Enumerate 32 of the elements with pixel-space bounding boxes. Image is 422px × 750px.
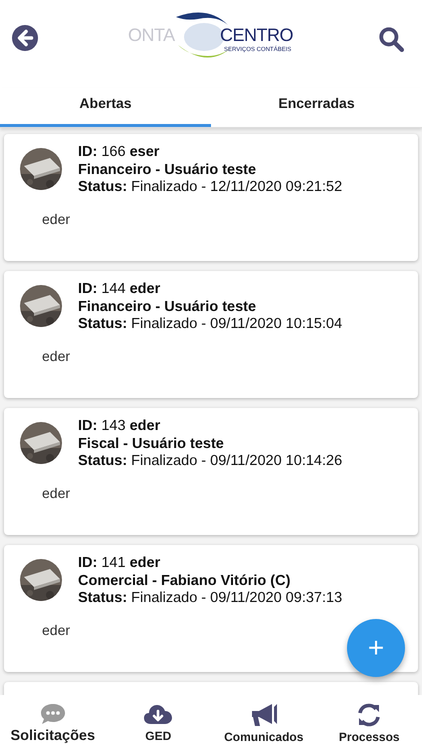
ticket-card[interactable]: ID: 143 eder Fiscal - Usuário teste Status: Finalizado - 09/11/2020 10:14:26 eder [4,408,418,535]
tab[interactable]: Encerradas [211,88,422,127]
nav-tab[interactable]: Solicitações [0,695,106,750]
ticket-id: ID: 166 eser [78,144,160,162]
ticket-status: Status: Finalizado - 12/11/2020 09:21:52 [78,179,342,196]
ticket-status: Status: Finalizado - 09/11/2020 10:15:04 [78,316,342,334]
ticket-title: Financeiro - Usuário teste [78,298,258,316]
ticket-card[interactable]: ID: 166 eser Financeiro - Usuário teste Status: Finalizado - 12/11/2020 09:21:52 eder [4,134,418,261]
ticket-title: Fiscal - Usuário teste [78,436,225,453]
ticket-message: eder [42,622,72,638]
ticket-card[interactable]: ID: 144 eder Financeiro - Usuário teste Status: Finalizado - 09/11/2020 10:15:04 eder [4,271,418,398]
nav-tab[interactable]: GED [106,695,211,750]
ticket-title: Comercial - Fabiano Vitório (C) [78,572,292,590]
ticket-message: eder [42,484,72,500]
ticket-id: ID: 143 eder [78,418,162,436]
megaphone-icon [250,702,278,728]
ticket-id: ID: 144 eder [78,281,162,298]
ticket-title: Financeiro - Usuário teste [78,162,258,179]
cloud-download-icon [143,702,174,726]
ticket-message: eder [42,210,72,226]
ticket-id: ID: 141 eder [78,555,162,572]
tab[interactable]: Abertas [0,88,211,127]
back-icon[interactable] [12,25,38,51]
sync-icon [356,702,382,728]
ticket-status: Status: Finalizado - 09/11/2020 10:14:26 [78,453,342,470]
chat-icon [38,702,67,726]
ticket-status: Status: Finalizado - 09/11/2020 09:37:13 [78,590,342,608]
logo-text: CENTRO [220,25,293,45]
nav-tab[interactable]: Processos [316,695,422,750]
nav-tab[interactable]: Comunicados [211,695,316,750]
ticket-message: eder [42,348,72,364]
search-icon[interactable] [378,26,404,52]
